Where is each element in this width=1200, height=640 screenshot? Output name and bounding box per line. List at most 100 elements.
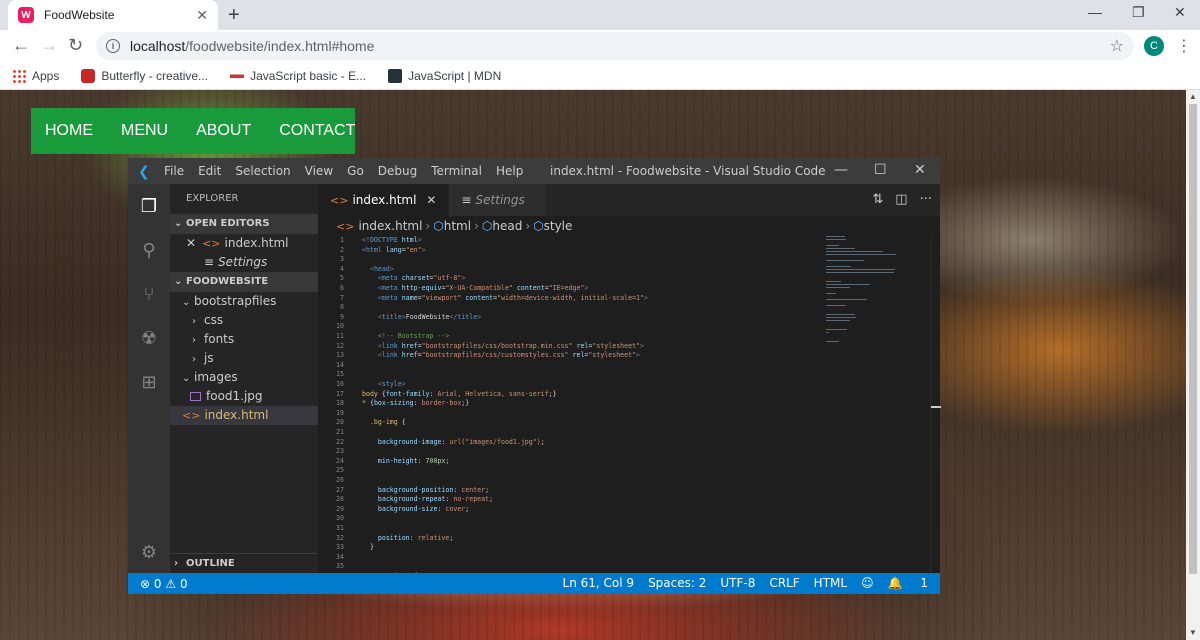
line-number: 6 (340, 284, 344, 292)
source-control-icon[interactable]: ⑂ (137, 282, 161, 306)
nav-about[interactable]: ABOUT (196, 122, 251, 140)
close-editor-icon[interactable]: ✕ (186, 236, 196, 250)
settings-gear-icon[interactable]: ⚙ (137, 540, 161, 564)
breadcrumb-item[interactable]: html (444, 219, 471, 233)
line-ending[interactable]: CRLF (769, 576, 799, 590)
breadcrumb-item[interactable]: index.html (358, 219, 422, 233)
tab-index-html[interactable]: <> index.html ✕ (318, 184, 450, 216)
menu-go[interactable]: Go (347, 164, 364, 178)
browser-tabstrip: W FoodWebsite ✕ + — ❐ ✕ (0, 0, 1200, 30)
tab-settings[interactable]: ≡ Settings (449, 184, 548, 216)
html-file-icon: <> (336, 220, 355, 233)
bookmark-javascript-basic[interactable]: JavaScript basic - E... (230, 68, 366, 83)
split-editor-icon[interactable]: ◫ (895, 192, 907, 207)
outline-section[interactable]: › OUTLINE (170, 553, 318, 573)
tab-close-icon[interactable]: ✕ (196, 7, 208, 24)
menu-file[interactable]: File (164, 164, 184, 178)
warning-count: 0 (179, 576, 188, 591)
forward-arrow-icon[interactable]: → (40, 35, 58, 56)
nav-contact[interactable]: CONTACT (279, 122, 355, 140)
nav-home[interactable]: HOME (45, 122, 93, 140)
menu-debug[interactable]: Debug (378, 164, 417, 178)
close-tab-icon[interactable]: ✕ (426, 193, 436, 207)
open-changes-icon[interactable]: ⇅ (872, 192, 883, 207)
nav-menu[interactable]: MENU (121, 122, 168, 140)
tree-folder-js[interactable]: › js (170, 349, 318, 368)
page-scrollbar[interactable]: ▲ ▼ (1186, 90, 1200, 640)
more-actions-icon[interactable]: ··· (920, 192, 932, 207)
line-number: 8 (340, 303, 344, 312)
tree-folder-bootstrapfiles[interactable]: ⌄ bootstrapfiles (170, 292, 318, 311)
scrollbar-thumb[interactable] (1189, 104, 1197, 574)
editor-scrollbar[interactable] (930, 236, 941, 573)
tab-title: FoodWebsite (44, 8, 115, 22)
new-tab-plus-icon[interactable]: + (228, 4, 240, 27)
profile-avatar[interactable]: C (1144, 36, 1164, 56)
menu-edit[interactable]: Edit (198, 164, 221, 178)
line-number: 19 (336, 408, 344, 417)
menu-view[interactable]: View (305, 164, 333, 178)
open-editors-section[interactable]: ⌄ OPEN EDITORS (170, 214, 318, 234)
language-mode[interactable]: HTML (814, 576, 847, 590)
explorer-files-icon[interactable]: ❐ (137, 194, 161, 218)
tree-file-food1[interactable]: food1.jpg (170, 387, 318, 406)
cube-icon: ⬡ (481, 219, 493, 233)
extensions-icon[interactable]: ⊞ (137, 370, 161, 394)
vscode-maximize-icon[interactable]: ☐ (874, 162, 887, 178)
code-line: background-repeat: no-repeat; (377, 495, 494, 504)
tree-folder-fonts[interactable]: › fonts (170, 330, 318, 349)
menu-terminal[interactable]: Terminal (431, 164, 482, 178)
menu-help[interactable]: Help (496, 164, 523, 178)
tree-file-index[interactable]: <> index.html (170, 406, 318, 425)
back-arrow-icon[interactable]: ← (12, 35, 30, 56)
indentation[interactable]: Spaces: 2 (648, 576, 706, 590)
minimap-line (826, 332, 829, 333)
notifications-bell-icon[interactable]: 🔔 1 (888, 576, 928, 590)
minimap-line (826, 251, 883, 252)
mdn-icon (388, 68, 403, 83)
site-info-icon[interactable]: i (106, 39, 120, 53)
status-bar: ⊗ 0 ⚠ 0 Ln 61, Col 9 Spaces: 2 UTF-8 CRLF HT… (128, 573, 940, 594)
line-number: 27 (336, 485, 344, 494)
feedback-smiley-icon[interactable]: ☺ (861, 576, 874, 590)
line-number: 26 (336, 476, 344, 484)
bookmark-butterfly[interactable]: Butterfly - creative... (81, 68, 208, 83)
code-line: .bg-img { (369, 418, 406, 427)
minimize-icon[interactable]: — (1088, 4, 1102, 20)
restore-icon[interactable]: ❐ (1132, 4, 1145, 21)
address-bar[interactable]: i localhost/foodwebsite/index.html#home … (96, 32, 1134, 60)
search-icon[interactable]: ⚲ (137, 238, 161, 262)
breadcrumb-item[interactable]: head (492, 219, 522, 233)
vscode-close-icon[interactable]: ✕ (914, 162, 926, 178)
workspace-folder-section[interactable]: ⌄ FOODWEBSITE (170, 272, 318, 292)
vscode-minimize-icon[interactable]: — (834, 162, 848, 178)
scroll-down-icon[interactable]: ▼ (1189, 628, 1197, 637)
tree-folder-images[interactable]: ⌄ images (170, 368, 318, 387)
debug-bug-icon[interactable]: ☢ (137, 326, 161, 350)
window-close-icon[interactable]: ✕ (1174, 4, 1186, 21)
chevron-right-icon: › (192, 354, 196, 365)
file-label: Settings (218, 255, 268, 269)
chevron-right-icon: › (525, 219, 531, 233)
scroll-up-icon[interactable]: ▲ (1189, 92, 1197, 101)
breadcrumb-item[interactable]: style (544, 219, 573, 233)
url-path: /foodwebsite/index.html#home (185, 38, 375, 54)
line-number: 18 (336, 399, 344, 408)
error-count: 0 (153, 576, 162, 591)
encoding[interactable]: UTF-8 (720, 576, 755, 590)
minimap[interactable] (824, 236, 924, 386)
bookmark-mdn[interactable]: JavaScript | MDN (388, 68, 501, 83)
line-number: 23 (336, 447, 344, 456)
line-number: 9 (340, 312, 344, 321)
chrome-menu-icon[interactable]: ⋮ (1176, 36, 1192, 56)
open-editor-index[interactable]: ✕ <> index.html (170, 234, 318, 253)
bookmark-apps[interactable]: Apps (12, 68, 59, 83)
browser-tab[interactable]: W FoodWebsite ✕ (8, 0, 218, 30)
problems-indicator[interactable]: ⊗ 0 ⚠ 0 (128, 577, 188, 591)
reload-icon[interactable]: ↻ (68, 35, 83, 56)
open-editor-settings[interactable]: ≡ Settings (170, 253, 318, 272)
menu-selection[interactable]: Selection (235, 164, 290, 178)
tree-folder-css[interactable]: › css (170, 311, 318, 330)
cursor-position[interactable]: Ln 61, Col 9 (563, 576, 635, 590)
bookmark-star-icon[interactable]: ☆ (1110, 36, 1124, 56)
